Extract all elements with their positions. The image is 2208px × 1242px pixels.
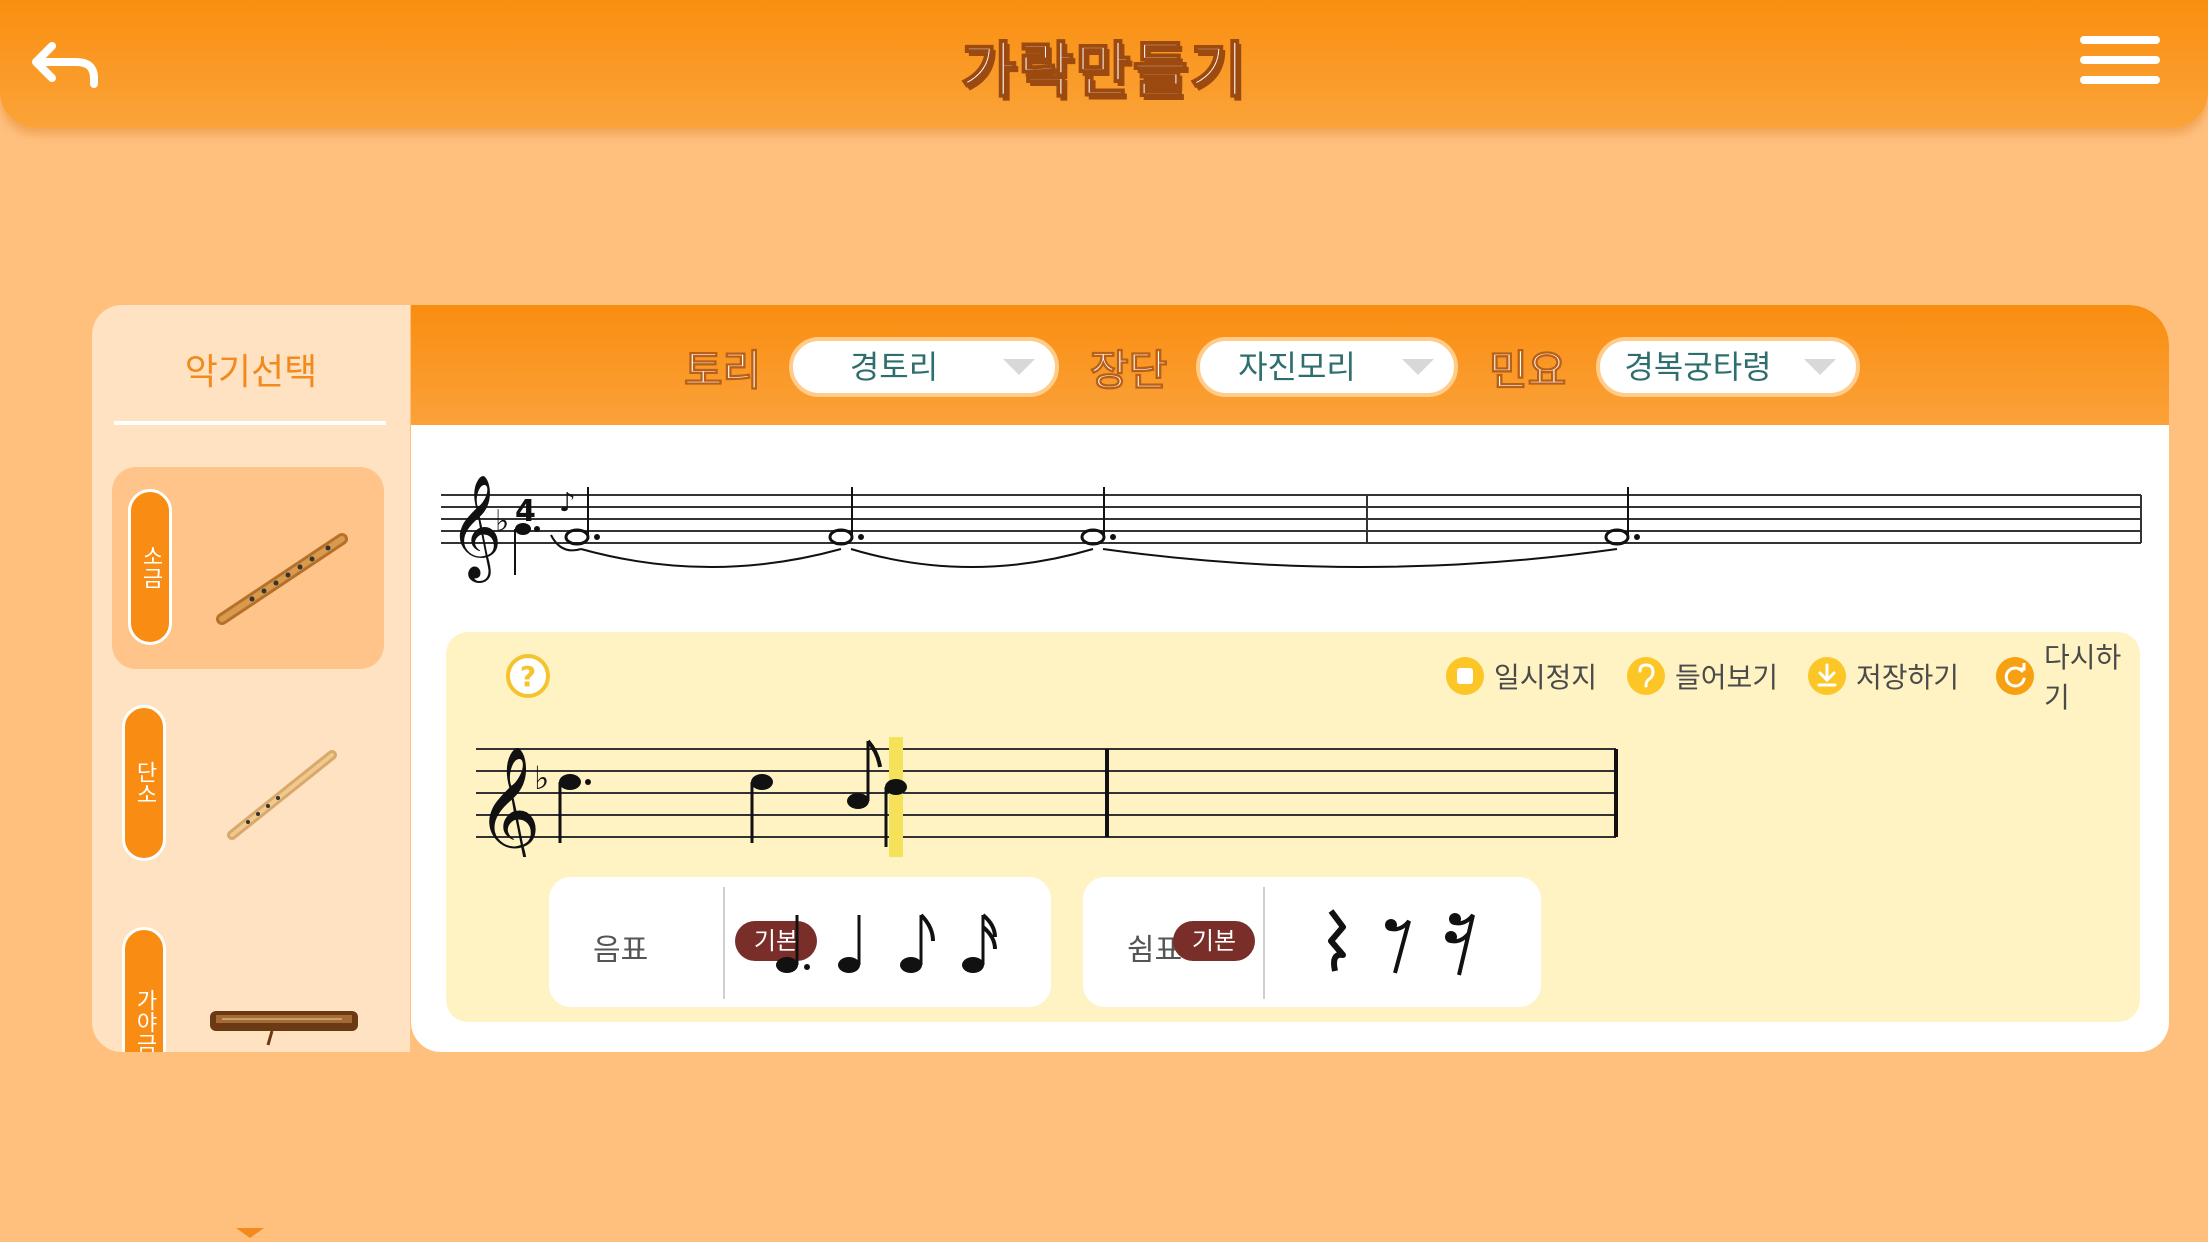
download-icon [1808, 657, 1846, 695]
instrument-panel-title: 악기선택 [184, 352, 318, 393]
jangdan-dropdown[interactable]: 자진모리 [1196, 337, 1458, 397]
tori-dropdown[interactable]: 경토리 [789, 337, 1059, 397]
hamburger-menu-icon[interactable] [2080, 36, 2160, 90]
divider [114, 421, 386, 425]
rest-basic-badge[interactable]: 기본 [1173, 921, 1255, 961]
instrument-panel: 악기선택 소금 단소 가야금 [92, 305, 410, 1052]
jangdan-value: 자진모리 [1238, 348, 1356, 386]
page-title: 가락만들기 [960, 35, 1247, 107]
save-button[interactable]: 저장하기 [1808, 654, 1959, 698]
ear-icon [1627, 657, 1665, 695]
minyo-dropdown[interactable]: 경복궁타령 [1596, 337, 1860, 397]
composition-panel: 토리 경토리 장단 자진모리 민요 경복궁타령 𝄞 ♭ 4 ♪ ? 일시정지 들… [411, 305, 2169, 1052]
refresh-icon [1996, 657, 2034, 695]
sogeum-flute-icon [202, 497, 372, 637]
listen-label: 들어보기 [1675, 661, 1779, 694]
danso-flute-icon [202, 713, 372, 853]
instrument-label: 소금 [128, 489, 172, 645]
rest-palette: 쉼표 기본 [1083, 877, 1541, 1007]
pause-button[interactable]: 일시정지 [1446, 654, 1597, 698]
stop-icon [1446, 657, 1484, 695]
minyo-value: 경복궁타령 [1624, 348, 1772, 386]
svg-text:♭: ♭ [495, 504, 509, 539]
gayageum-icon [202, 935, 372, 1052]
pause-label: 일시정지 [1494, 661, 1598, 694]
top-bar: 가락만들기 [0, 0, 2208, 128]
svg-text:?: ? [520, 660, 536, 693]
note-palette: 음표 기본 [549, 877, 1051, 1007]
eighth-note-icon[interactable] [891, 897, 961, 987]
dotted-quarter-note-icon[interactable] [767, 897, 837, 987]
save-label: 저장하기 [1856, 661, 1960, 694]
help-icon[interactable]: ? [504, 652, 552, 700]
svg-text:𝄞: 𝄞 [476, 745, 541, 857]
selector-bar: 토리 경토리 장단 자진모리 민요 경복궁타령 [411, 305, 2169, 425]
svg-text:♪: ♪ [559, 488, 576, 518]
chevron-down-icon [1402, 359, 1434, 375]
instrument-item-gayageum[interactable]: 가야금 [112, 905, 384, 1052]
edit-staff[interactable]: 𝄞 ♭ [476, 707, 2126, 879]
jangdan-label: 장단 [1089, 346, 1168, 396]
minyo-label: 민요 [1488, 346, 1567, 396]
instrument-label: 단소 [122, 705, 166, 861]
quarter-note-icon[interactable] [829, 897, 899, 987]
quarter-rest-icon[interactable] [1303, 897, 1373, 987]
note-palette-label: 음표 [593, 933, 649, 968]
listen-button[interactable]: 들어보기 [1627, 654, 1778, 698]
eighth-rest-icon[interactable] [1365, 897, 1435, 987]
tori-label: 토리 [683, 346, 762, 396]
instrument-item-sogeum[interactable]: 소금 [112, 467, 384, 669]
divider [1263, 887, 1265, 999]
sixteenth-note-icon[interactable] [953, 897, 1023, 987]
sixteenth-rest-icon[interactable] [1427, 897, 1497, 987]
reset-button[interactable]: 다시하기 [1996, 641, 2140, 714]
instrument-item-danso[interactable]: 단소 [112, 683, 384, 885]
svg-text:♭: ♭ [534, 759, 549, 797]
tori-value: 경토리 [849, 348, 939, 386]
chevron-down-icon [1003, 359, 1035, 375]
scroll-down-icon[interactable] [236, 1228, 264, 1238]
melody-composer: ? 일시정지 들어보기 저장하기 다시하기 𝄞 ♭ 음표 기본 쉼표 기본 [446, 632, 2140, 1022]
divider [723, 887, 725, 999]
reset-label: 다시하기 [2044, 641, 2122, 714]
reference-staff: 𝄞 ♭ 4 ♪ [441, 445, 2151, 605]
chevron-down-icon [1804, 359, 1836, 375]
instrument-label: 가야금 [122, 927, 166, 1052]
